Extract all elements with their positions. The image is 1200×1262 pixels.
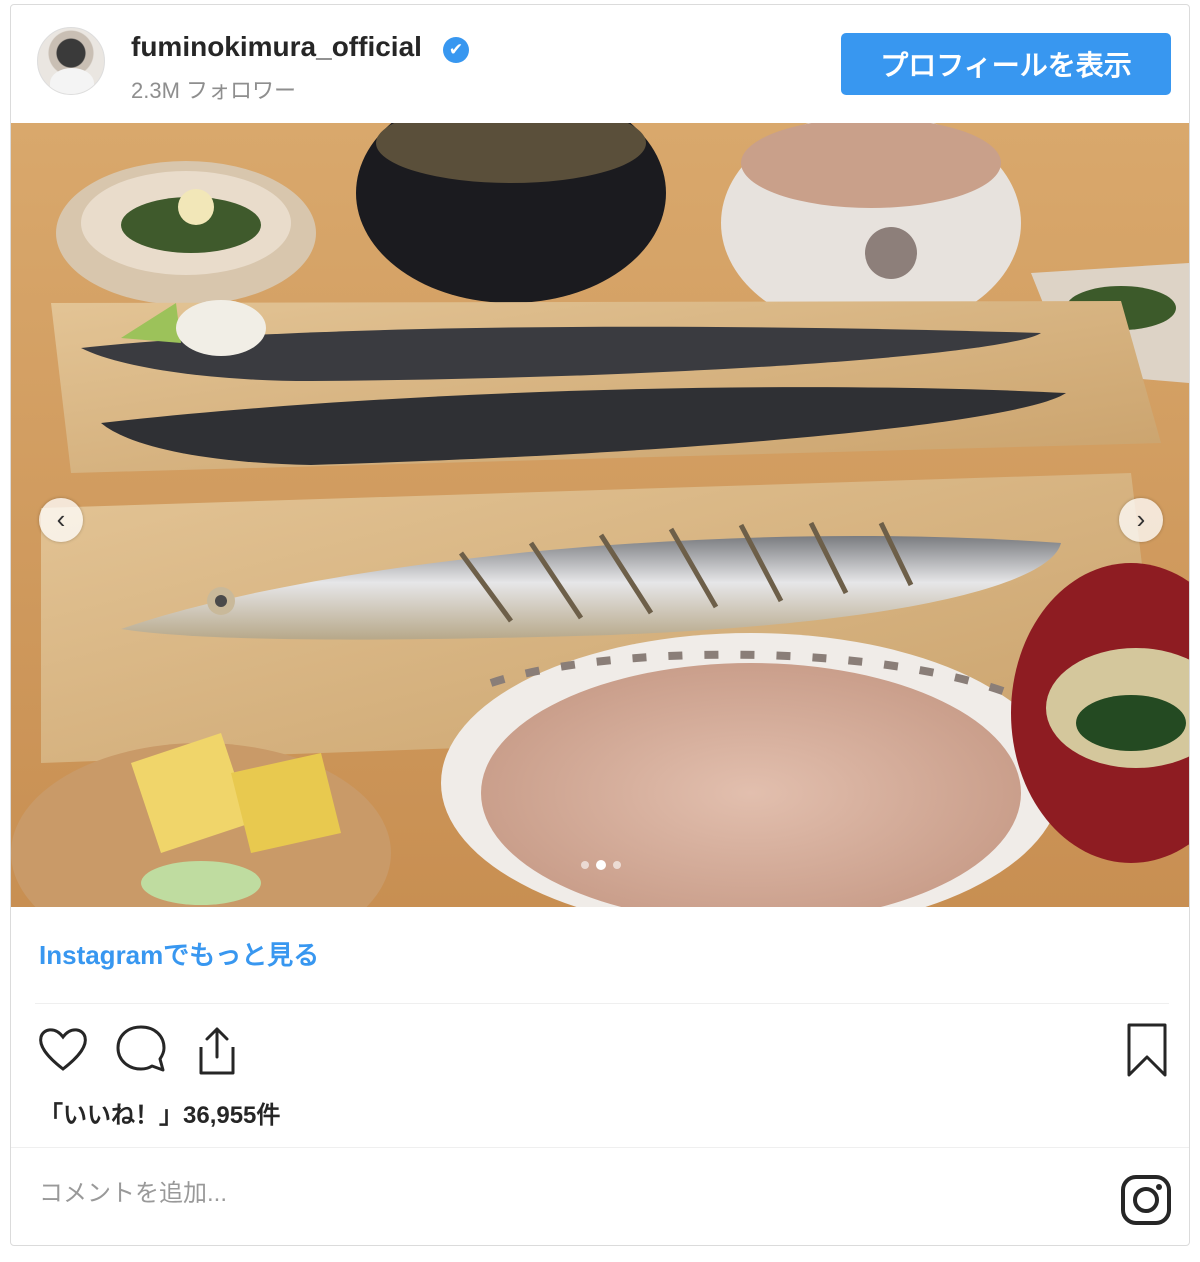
post-photo[interactable] xyxy=(11,123,1189,907)
carousel-next-button[interactable]: › xyxy=(1119,498,1163,542)
carousel-dot-active xyxy=(596,860,606,870)
view-profile-button[interactable]: プロフィールを表示 xyxy=(841,33,1171,95)
carousel-dot xyxy=(613,861,621,869)
follower-count: 2.3M フォロワー xyxy=(131,78,297,103)
bookmark-icon[interactable] xyxy=(1119,1021,1175,1086)
share-icon[interactable] xyxy=(189,1021,245,1082)
action-bar xyxy=(11,1021,1189,1091)
instagram-embed-card: fuminokimura_official ✔ 2.3M フォロワー プロフィー… xyxy=(10,4,1190,1246)
instagram-logo-icon[interactable] xyxy=(1119,1173,1173,1232)
comment-bubble-icon[interactable] xyxy=(113,1021,169,1082)
post-header: fuminokimura_official ✔ 2.3M フォロワー プロフィー… xyxy=(11,5,1189,123)
verified-badge-icon: ✔ xyxy=(443,37,469,63)
comment-input[interactable] xyxy=(37,1173,941,1215)
divider xyxy=(11,1147,1189,1148)
like-count: 「いいね！」36,955件 xyxy=(39,1102,281,1129)
carousel-prev-button[interactable]: ‹ xyxy=(39,498,83,542)
view-more-on-instagram-link[interactable]: Instagramでもっと見る xyxy=(39,935,319,972)
username[interactable]: fuminokimura_official xyxy=(131,31,422,63)
divider xyxy=(35,1003,1169,1004)
food-photo-illustration xyxy=(11,123,1189,907)
avatar[interactable] xyxy=(37,27,105,95)
carousel-dot xyxy=(581,861,589,869)
heart-icon[interactable] xyxy=(35,1021,91,1082)
